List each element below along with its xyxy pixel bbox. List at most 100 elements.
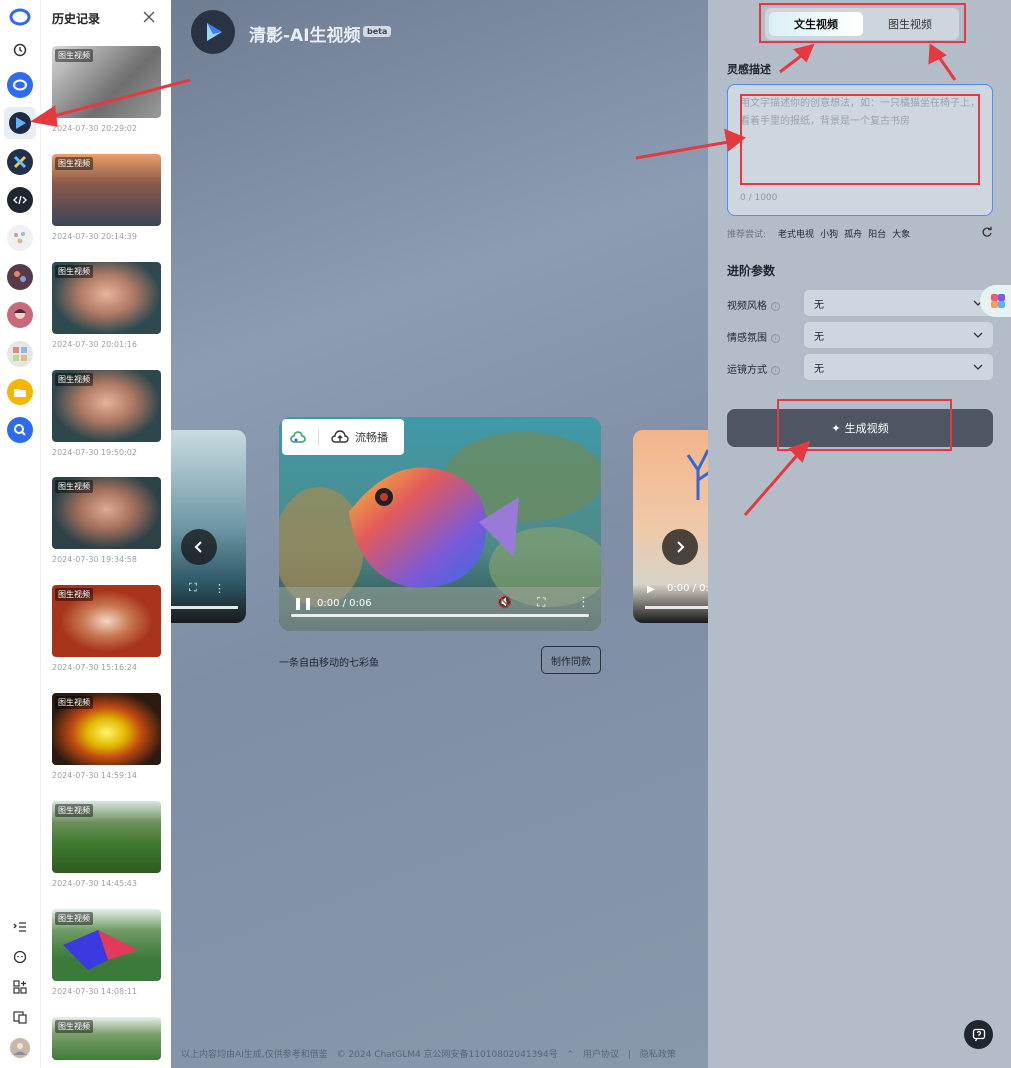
- video-card-next[interactable]: ▶ 0:00 / 0:0: [633, 430, 708, 623]
- agent-avatar-3-icon[interactable]: [7, 302, 33, 328]
- history-time: 2024-07-30 15:16:24: [52, 663, 137, 672]
- share-bar[interactable]: 流畅播: [282, 419, 404, 455]
- code-agent-icon[interactable]: [7, 187, 33, 213]
- prev-video-button[interactable]: [181, 529, 217, 565]
- user-agreement-link[interactable]: 用户协议: [583, 1050, 619, 1060]
- more-options-icon[interactable]: ⋮: [214, 582, 225, 595]
- qingying-video-icon[interactable]: [4, 107, 36, 139]
- footer-disclaimer: 以上内容均由AI生成,仅供参考和借鉴: [181, 1050, 328, 1060]
- video-stage: 清影-AI生视频 beta ⛶ ⋮ 流畅播 ❚❚ 0:00 / 0:06 🔇 ⛶…: [171, 0, 708, 1068]
- video-card-prev[interactable]: ⛶ ⋮: [171, 430, 246, 623]
- history-item[interactable]: 图生视频 2024-07-30 20:14:39: [52, 154, 161, 241]
- chevron-down-icon: [973, 364, 983, 370]
- cloud-sync-icon[interactable]: [290, 430, 306, 444]
- history-item[interactable]: 图生视频 2024-07-30 20:29:02: [52, 46, 161, 133]
- info-icon[interactable]: i: [771, 301, 780, 311]
- history-tag: 图生视频: [55, 480, 93, 493]
- param-label-style: 视频风格 i: [727, 297, 780, 312]
- refresh-icon[interactable]: [981, 226, 993, 238]
- param-label-mood: 情感氛围 i: [727, 329, 780, 344]
- recommend-chip[interactable]: 大象: [892, 227, 910, 240]
- recommend-chip[interactable]: 孤舟: [844, 227, 862, 240]
- footer-separator: |: [627, 1050, 631, 1060]
- history-thumbnail[interactable]: 图生视频: [52, 46, 161, 118]
- chat-smile-icon[interactable]: [11, 948, 29, 966]
- floating-extension-button[interactable]: [980, 285, 1011, 317]
- chevron-up-icon[interactable]: ⌃: [567, 1050, 575, 1060]
- video-card-main[interactable]: 流畅播 ❚❚ 0:00 / 0:06 🔇 ⛶ ⋮: [279, 417, 601, 631]
- history-thumbnail[interactable]: 图生视频: [52, 693, 161, 765]
- video-caption: 一条自由移动的七彩鱼: [279, 658, 379, 669]
- history-time: 2024-07-30 20:29:02: [52, 124, 137, 133]
- fullscreen-icon[interactable]: ⛶: [189, 581, 197, 595]
- select-value: 无: [814, 299, 824, 311]
- info-icon[interactable]: i: [771, 365, 780, 375]
- video-progress-bar[interactable]: [291, 614, 589, 617]
- style-select[interactable]: 无: [804, 290, 993, 316]
- history-item[interactable]: 图生视频 2024-07-30 14:45:43: [52, 801, 161, 888]
- qingying-logo-icon: [191, 10, 235, 54]
- history-item[interactable]: 图生视频 2024-07-30 19:34:58: [52, 477, 161, 564]
- coral-shape-icon: [686, 449, 708, 500]
- history-thumbnail[interactable]: 图生视频: [52, 909, 161, 981]
- history-icon[interactable]: [11, 41, 29, 59]
- privacy-policy-link[interactable]: 隐私政策: [640, 1050, 676, 1060]
- folder-agent-icon[interactable]: [7, 379, 33, 405]
- user-avatar[interactable]: [10, 1038, 30, 1058]
- agent-avatar-1-icon[interactable]: [7, 225, 33, 251]
- annotation-box-prompt: [740, 94, 980, 185]
- recommend-chip[interactable]: 小狗: [820, 227, 838, 240]
- more-options-icon[interactable]: ⋮: [577, 595, 590, 610]
- help-button[interactable]: [964, 1020, 993, 1049]
- recommend-chip[interactable]: 阳台: [868, 227, 886, 240]
- pause-icon[interactable]: ❚❚: [293, 596, 313, 610]
- info-icon[interactable]: i: [771, 333, 780, 343]
- history-thumbnail[interactable]: 图生视频: [52, 585, 161, 657]
- footer-copyright[interactable]: © 2024 ChatGLM4 京公网安备11010802041394号: [337, 1050, 558, 1060]
- agent-avatar-2-icon[interactable]: [7, 264, 33, 290]
- history-thumbnail[interactable]: 图生视频: [52, 801, 161, 873]
- history-item[interactable]: 图生视频: [52, 1017, 161, 1060]
- history-item[interactable]: 图生视频 2024-07-30 20:01:16: [52, 262, 161, 349]
- agent-avatar-4-icon[interactable]: [7, 341, 33, 367]
- device-switch-icon[interactable]: [11, 1008, 29, 1026]
- play-icon[interactable]: ▶: [647, 584, 655, 595]
- param-label-camera: 运镜方式 i: [727, 361, 780, 376]
- advanced-title: 进阶参数: [727, 264, 776, 278]
- mute-icon[interactable]: 🔇: [497, 595, 512, 609]
- history-thumbnail[interactable]: 图生视频: [52, 477, 161, 549]
- close-history-icon[interactable]: [143, 8, 155, 27]
- history-title: 历史记录: [52, 12, 101, 26]
- chatglm-icon[interactable]: [7, 72, 33, 98]
- history-item[interactable]: 图生视频 2024-07-30 19:50:02: [52, 370, 161, 457]
- app-logo-icon[interactable]: [7, 4, 33, 30]
- history-panel: 历史记录 图生视频 2024-07-30 20:29:02 图生视频 2024-…: [41, 0, 171, 1068]
- history-thumbnail[interactable]: 图生视频: [52, 154, 161, 226]
- history-thumbnail[interactable]: 图生视频: [52, 1017, 161, 1060]
- history-tag: 图生视频: [55, 373, 93, 386]
- search-agent-icon[interactable]: [7, 417, 33, 443]
- make-same-button[interactable]: 制作同款: [541, 646, 601, 674]
- footer: 以上内容均由AI生成,仅供参考和借鉴 © 2024 ChatGLM4 京公网安备…: [181, 1047, 682, 1060]
- history-item[interactable]: 图生视频 2024-07-30 14:59:14: [52, 693, 161, 780]
- video-progress-bar[interactable]: [171, 606, 238, 609]
- drawing-agent-icon[interactable]: [7, 149, 33, 175]
- camera-select[interactable]: 无: [804, 354, 993, 380]
- beta-badge: beta: [363, 26, 392, 37]
- history-item[interactable]: 图生视频 2024-07-30 14:08:11: [52, 909, 161, 996]
- history-time: 2024-07-30 19:50:02: [52, 448, 137, 457]
- history-thumbnail[interactable]: 图生视频: [52, 262, 161, 334]
- video-progress-bar[interactable]: [645, 606, 708, 609]
- apps-icon[interactable]: [11, 978, 29, 996]
- fullscreen-icon[interactable]: ⛶: [537, 595, 545, 610]
- cloud-upload-icon[interactable]: [331, 430, 349, 444]
- expand-menu-icon[interactable]: [11, 918, 29, 936]
- next-video-button[interactable]: [662, 529, 698, 565]
- mood-select[interactable]: 无: [804, 322, 993, 348]
- history-time: 2024-07-30 14:08:11: [52, 987, 137, 996]
- smooth-play-label[interactable]: 流畅播: [355, 429, 388, 445]
- chevron-left-icon: [194, 541, 202, 553]
- recommend-chip[interactable]: 老式电视: [778, 227, 814, 240]
- history-item[interactable]: 图生视频 2024-07-30 15:16:24: [52, 585, 161, 672]
- history-thumbnail[interactable]: 图生视频: [52, 370, 161, 442]
